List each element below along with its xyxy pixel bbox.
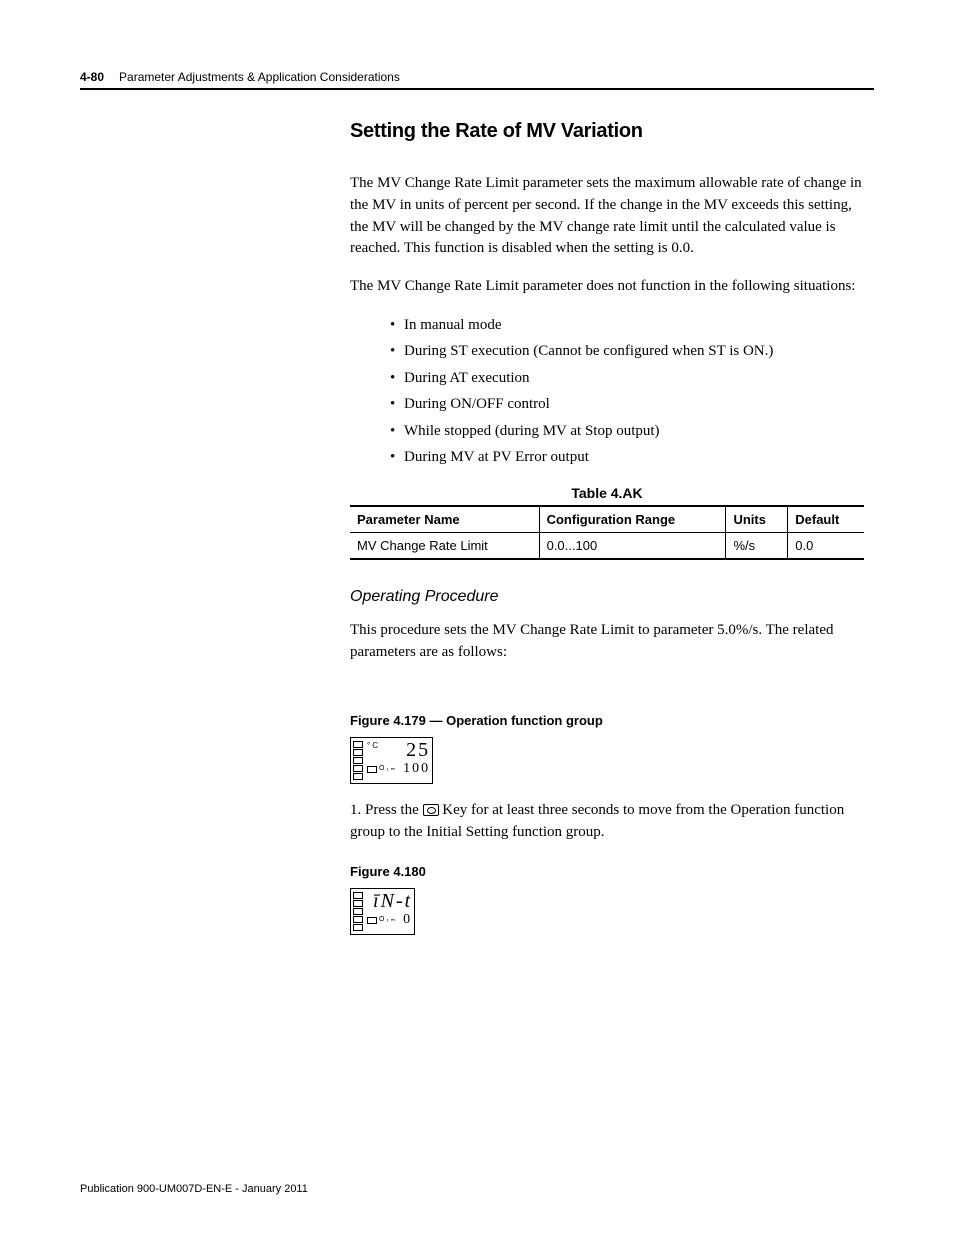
indicator-icon <box>353 916 363 923</box>
table-cell: %/s <box>726 532 788 559</box>
table-caption: Table 4.AK <box>350 485 864 501</box>
indicator-icon <box>353 757 363 764</box>
sv-value: 0 <box>403 912 412 929</box>
table-cell: 0.0...100 <box>539 532 726 559</box>
indicator-column-mid: īN-t O₁ₘ 0 <box>367 891 412 932</box>
bullet-item: During MV at PV Error output <box>390 446 864 469</box>
bullet-item: In manual mode <box>390 314 864 337</box>
main-content: Setting the Rate of MV Variation The MV … <box>350 120 874 935</box>
indicator-icon <box>353 749 363 756</box>
table-header: Parameter Name <box>350 506 539 533</box>
bullet-item: While stopped (during MV at Stop output) <box>390 420 864 443</box>
pv-value: 25 <box>406 740 430 760</box>
indicator-column-left <box>353 740 363 781</box>
table-header: Default <box>788 506 864 533</box>
table-cell: 0.0 <box>788 532 864 559</box>
chapter-title: Parameter Adjustments & Application Cons… <box>119 70 400 84</box>
table-row: MV Change Rate Limit 0.0...100 %/s 0.0 <box>350 532 864 559</box>
section-title: Setting the Rate of MV Variation <box>350 120 864 143</box>
header-rule <box>80 88 874 90</box>
bullet-list: In manual mode During ST execution (Cann… <box>390 314 864 469</box>
paragraph-3: This procedure sets the MV Change Rate L… <box>350 620 864 664</box>
pv-value: īN-t <box>367 891 412 911</box>
indicator-icon <box>353 741 363 748</box>
figure-caption-1: Figure 4.179 — Operation function group <box>350 713 864 728</box>
table-header: Units <box>726 506 788 533</box>
indicator-icon <box>353 924 363 931</box>
indicator-icon <box>353 773 363 780</box>
bullet-item: During AT execution <box>390 367 864 390</box>
indicator-icon <box>367 766 377 773</box>
indicator-column-left <box>353 891 363 932</box>
indicator-icon <box>353 892 363 899</box>
table-cell: MV Change Rate Limit <box>350 532 539 559</box>
indicator-icon <box>353 765 363 772</box>
output-label: O₁ₘ <box>379 765 397 773</box>
figure-caption-2: Figure 4.180 <box>350 864 864 879</box>
paragraph-2: The MV Change Rate Limit parameter does … <box>350 276 864 298</box>
bullet-item: During ST execution (Cannot be configure… <box>390 340 864 363</box>
publication-footer: Publication 900-UM007D-EN-E - January 20… <box>80 1183 308 1195</box>
step-1: 1. Press the Key for at least three seco… <box>350 800 864 844</box>
controller-display-1: °C 25 O₁ₘ 100 <box>350 737 433 784</box>
table-header: Configuration Range <box>539 506 726 533</box>
indicator-icon <box>367 917 377 924</box>
page-header: 4-80 Parameter Adjustments & Application… <box>80 70 874 84</box>
controller-display-2: īN-t O₁ₘ 0 <box>350 888 415 935</box>
degree-label: °C <box>367 742 380 750</box>
indicator-icon <box>353 900 363 907</box>
bullet-item: During ON/OFF control <box>390 393 864 416</box>
page-number: 4-80 <box>80 70 104 84</box>
sv-value: 100 <box>403 761 430 778</box>
operating-procedure-heading: Operating Procedure <box>350 588 864 606</box>
output-label: O₁ₘ <box>379 916 397 924</box>
paragraph-1: The MV Change Rate Limit parameter sets … <box>350 173 864 260</box>
indicator-column-mid: °C 25 O₁ₘ 100 <box>367 740 430 781</box>
level-key-icon <box>423 804 439 816</box>
parameter-table: Parameter Name Configuration Range Units… <box>350 505 864 560</box>
indicator-icon <box>353 908 363 915</box>
table-header-row: Parameter Name Configuration Range Units… <box>350 506 864 533</box>
